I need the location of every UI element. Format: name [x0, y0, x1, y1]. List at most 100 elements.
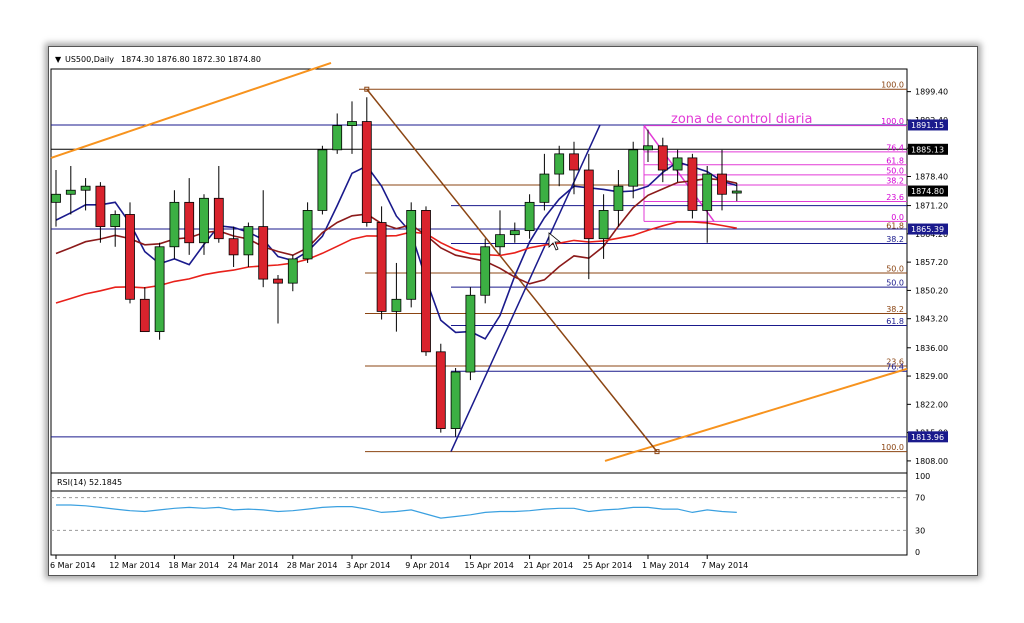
fib-level-label: 100.0	[881, 81, 904, 90]
fib-level-label: 50.0	[886, 265, 904, 274]
candle-body	[687, 157, 698, 211]
time-tick-label: 12 Mar 2014	[109, 561, 160, 570]
candle-body	[391, 298, 402, 312]
candle-body	[509, 230, 520, 236]
header-arrow-icon: ▼	[55, 55, 62, 64]
candle-body	[376, 222, 387, 312]
rsi-tick-label: 0	[915, 548, 920, 557]
time-tick-label: 15 Apr 2014	[464, 561, 513, 570]
candle-body	[672, 157, 683, 171]
time-tick-label: 1 May 2014	[642, 561, 689, 570]
header-ohlc: 1874.30 1876.80 1872.30 1874.80	[121, 55, 261, 64]
trendline-lower	[604, 367, 908, 462]
time-tick-label: 7 May 2014	[701, 561, 748, 570]
candle-body	[139, 298, 150, 333]
candle-body	[80, 185, 91, 191]
candle-body	[184, 201, 195, 244]
fib-level-label: 38.2	[886, 176, 904, 185]
rsi-tick-label: 30	[915, 526, 925, 535]
candle-body	[643, 145, 653, 151]
candle-body	[450, 371, 461, 429]
candle-body	[213, 197, 224, 240]
candle-body	[435, 351, 446, 429]
fib-level-label: 61.8	[886, 317, 904, 326]
candle-body	[65, 189, 76, 195]
candle-body	[628, 149, 639, 187]
price-tag-label: 1885.13	[911, 145, 944, 154]
candle-body	[287, 258, 298, 284]
time-tick-label: 18 Mar 2014	[168, 561, 219, 570]
candle-body	[154, 246, 165, 333]
candle-body	[332, 125, 343, 151]
candle-body	[302, 210, 313, 260]
time-tick-label: 28 Mar 2014	[287, 561, 338, 570]
price-tick-label: 1829.00	[915, 372, 948, 381]
candle-body	[731, 190, 742, 194]
candle-body	[495, 234, 505, 248]
symbol-header: US500,Daily	[65, 55, 114, 64]
price-tag-label: 1813.96	[911, 433, 944, 442]
candle-body	[569, 153, 579, 171]
candle-body	[465, 294, 476, 373]
rsi-line	[56, 504, 737, 519]
candle-body	[110, 214, 121, 227]
cursor-icon	[548, 232, 562, 251]
price-tag-label: 1865.39	[911, 225, 944, 234]
candle-body	[702, 173, 713, 211]
candle-body	[717, 173, 727, 195]
candle-body	[598, 210, 609, 240]
price-tick-label: 1899.40	[915, 88, 948, 97]
price-chart[interactable]: ▼ US500,Daily 1874.30 1876.80 1872.30 18…	[49, 47, 977, 575]
fib-level-label: 61.8	[886, 221, 904, 230]
candle-body	[613, 185, 624, 211]
price-tick-label: 1857.20	[915, 258, 948, 267]
time-tick-label: 6 Mar 2014	[50, 561, 96, 570]
trendline-upper	[50, 62, 332, 159]
fib-level-label: 50.0	[886, 279, 904, 288]
candle-body	[480, 246, 491, 296]
candle-body	[228, 238, 239, 256]
time-tick-label: 24 Mar 2014	[228, 561, 279, 570]
price-tick-label: 1878.40	[915, 172, 948, 181]
fib-level-label: 100.0	[881, 443, 904, 452]
price-tick-label: 1822.00	[915, 400, 948, 409]
candle-body	[95, 185, 106, 227]
candle-body	[361, 121, 372, 223]
candle-body	[199, 197, 209, 244]
price-tick-label: 1808.00	[915, 457, 948, 466]
rsi-tick-label: 70	[915, 494, 925, 503]
candle-body	[421, 210, 431, 353]
candle-body	[539, 173, 550, 203]
candle-body	[169, 201, 180, 248]
price-tag-label: 1891.15	[911, 121, 944, 130]
fib-level-label: 38.2	[886, 235, 904, 244]
candle-body	[657, 145, 668, 171]
chart-window: ▼ US500,Daily 1874.30 1876.80 1872.30 18…	[48, 46, 978, 576]
time-tick-label: 3 Apr 2014	[346, 561, 390, 570]
candle-body	[524, 201, 535, 232]
time-tick-label: 21 Apr 2014	[524, 561, 573, 570]
candle-body	[51, 193, 61, 203]
price-tick-label: 1850.20	[915, 286, 948, 295]
fib-level-label: 61.8	[886, 156, 904, 165]
fib-level-label: 76.4	[886, 363, 904, 372]
fib-level-label: 76.4	[886, 143, 904, 152]
candle-body	[406, 210, 417, 300]
fib-level-label: 50.0	[886, 166, 904, 175]
candle-body	[317, 149, 328, 211]
candle-body	[583, 169, 594, 240]
time-tick-label: 9 Apr 2014	[405, 561, 449, 570]
price-tag-label: 1874.80	[911, 187, 944, 196]
time-tick-label: 25 Apr 2014	[583, 561, 632, 570]
candle-body	[125, 214, 135, 300]
candle-body	[347, 121, 357, 126]
rsi-title: RSI(14) 52.1845	[57, 478, 122, 487]
candle-body	[273, 278, 283, 284]
fib-level-label: 100.0	[881, 117, 904, 126]
price-tick-label: 1836.00	[915, 344, 948, 353]
price-tick-label: 1843.20	[915, 315, 948, 324]
price-tick-label: 1871.20	[915, 202, 948, 211]
fib-level-label: 38.2	[886, 305, 904, 314]
candle-body	[554, 153, 565, 175]
candle-body	[243, 226, 254, 256]
